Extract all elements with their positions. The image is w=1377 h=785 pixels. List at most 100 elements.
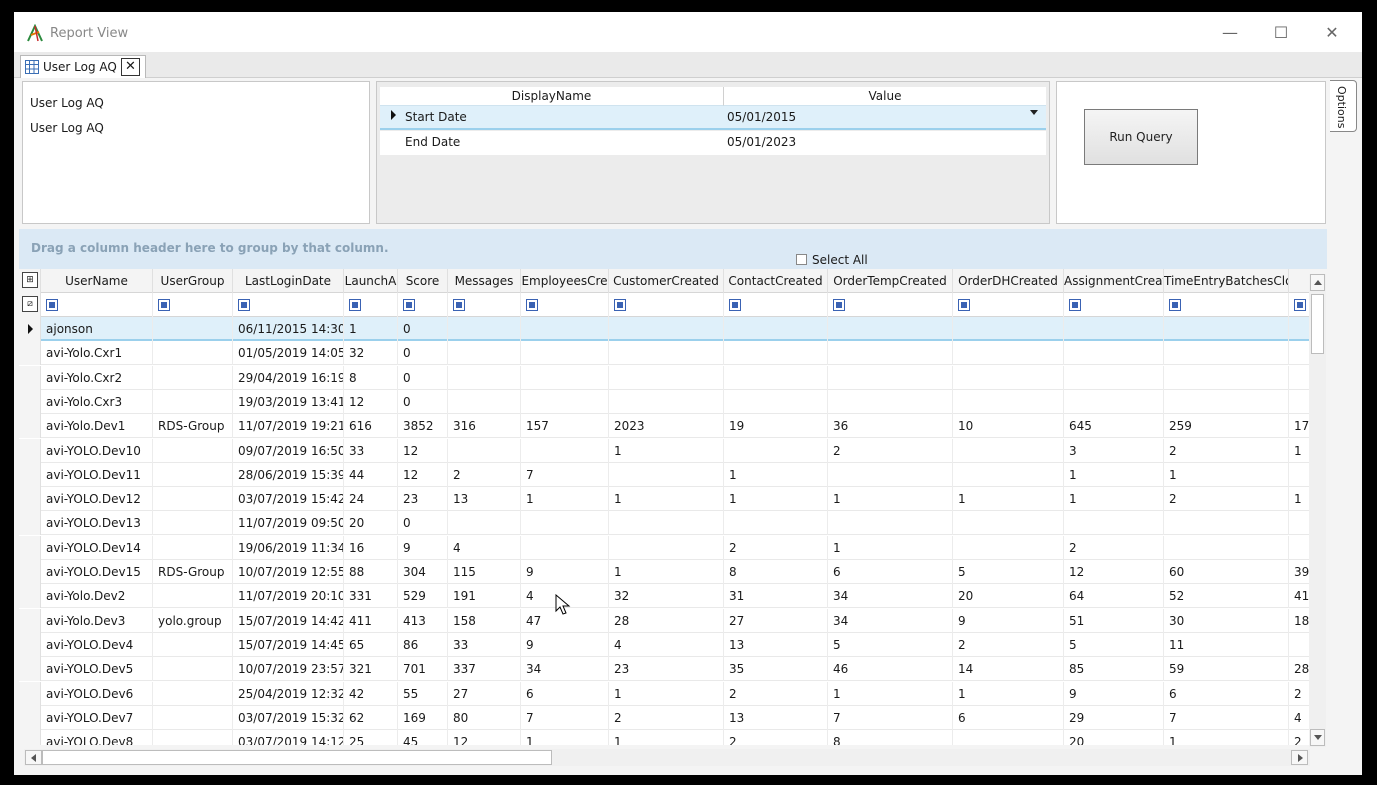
cell-customercreated[interactable]: 1 [609,730,724,745]
horizontal-scrollbar[interactable] [24,749,1310,766]
cell-launcha[interactable]: 44 [344,462,398,487]
cell-launcha[interactable]: 88 [344,560,398,584]
cell-timeentrybatchesclo[interactable] [1164,365,1289,390]
cell-score[interactable]: 23 [398,487,448,512]
cell-ordertempcreated[interactable]: 1 [828,535,953,560]
filter-cell-launcha[interactable] [344,293,398,317]
cell-messages[interactable] [448,438,521,463]
cell-launcha[interactable]: 62 [344,705,398,730]
chevron-down-icon[interactable] [1030,110,1038,115]
row-indicator[interactable] [19,560,41,584]
filter-cell-lastlogindate[interactable] [233,293,344,317]
row-indicator[interactable] [19,657,41,682]
cell-contactcreated[interactable]: 1 [724,487,828,512]
filter-checkbox-icon[interactable] [238,299,250,311]
cell-messages[interactable]: 4 [448,535,521,560]
filter-cell-usergroup[interactable] [153,293,233,317]
cell-employeescre[interactable]: 157 [521,414,609,439]
cell-username[interactable]: avi-YOLO.Dev4 [41,632,153,657]
table-row[interactable]: avi-YOLO.Dev6 25/04/2019 12:32 42 55 27 6 1 2 1 1… [19,681,1309,706]
group-by-area[interactable]: Drag a column header here to group by th… [19,229,1327,269]
row-indicator[interactable]: ⊞ [19,269,41,293]
cell-lastlogindate[interactable]: 03/07/2019 15:42 [233,487,344,512]
cell-launcha[interactable]: 331 [344,584,398,609]
cell-launcha[interactable]: 16 [344,535,398,560]
cell-launcha[interactable]: 8 [344,365,398,390]
cell-pa[interactable]: 1 [1289,439,1309,463]
cell-messages[interactable] [448,389,521,414]
cell-assignmentcreat[interactable]: 64 [1064,584,1164,609]
cell-orderdhcreated[interactable] [953,462,1064,487]
cell-ordertempcreated[interactable] [828,317,953,341]
cell-username[interactable]: ajonson [41,317,153,341]
run-query-button[interactable]: Run Query [1084,109,1198,165]
tab-close-icon[interactable]: ✕ [121,58,140,76]
cell-usergroup[interactable] [153,705,233,730]
filter-checkbox-icon[interactable] [833,299,845,311]
cell-orderdhcreated[interactable]: 6 [953,705,1064,730]
row-indicator[interactable] [19,608,41,633]
cell-lastlogindate[interactable]: 29/04/2019 16:19 [233,365,344,390]
cell-timeentrybatchesclo[interactable] [1164,389,1289,414]
cell-usergroup[interactable] [153,632,233,657]
cell-ordertempcreated[interactable]: 6 [828,560,953,584]
cell-username[interactable]: avi-YOLO.Dev12 [41,487,153,512]
cell-customercreated[interactable] [609,462,724,487]
table-row[interactable]: avi-Yolo.Cxr3 19/03/2019 13:41 12 0 [19,389,1309,414]
cell-assignmentcreat[interactable] [1064,389,1164,414]
clear-filter-icon[interactable]: ⧄ [22,296,38,312]
row-indicator[interactable] [19,705,41,730]
cell-pa[interactable]: 2 [1289,682,1309,706]
cell-contactcreated[interactable]: 13 [724,632,828,657]
cell-usergroup[interactable]: RDS-Group [153,560,233,584]
cell-orderdhcreated[interactable]: 1 [953,487,1064,512]
column-header-lastlogindate[interactable]: LastLoginDate [233,269,344,293]
close-window-button[interactable]: ✕ [1312,20,1352,46]
filter-cell-ordertempcreated[interactable] [828,293,953,317]
cell-launcha[interactable]: 32 [344,341,398,366]
cell-contactcreated[interactable]: 19 [724,414,828,439]
column-header-orderdhcreated[interactable]: OrderDHCreated [953,269,1064,293]
column-header-customercreated[interactable]: CustomerCreated [609,269,724,293]
cell-score[interactable]: 12 [398,438,448,463]
cell-timeentrybatchesclo[interactable]: 60 [1164,560,1289,584]
cell-customercreated[interactable] [609,535,724,560]
row-indicator[interactable] [19,317,41,341]
table-row[interactable]: avi-Yolo.Cxr2 29/04/2019 16:19 8 0 [19,365,1309,390]
cell-employeescre[interactable]: 1 [521,730,609,745]
cell-ordertempcreated[interactable] [828,389,953,414]
cell-lastlogindate[interactable]: 11/07/2019 09:50 [233,511,344,536]
scroll-down-button[interactable] [1310,729,1325,746]
cell-contactcreated[interactable] [724,511,828,536]
cell-timeentrybatchesclo[interactable]: 52 [1164,584,1289,609]
cell-lastlogindate[interactable]: 01/05/2019 14:05 [233,341,344,366]
cell-employeescre[interactable]: 9 [521,560,609,584]
cell-orderdhcreated[interactable] [953,438,1064,463]
cell-launcha[interactable]: 616 [344,414,398,439]
filter-checkbox-icon[interactable] [349,299,361,311]
filter-checkbox-icon[interactable] [1294,299,1306,311]
cell-timeentrybatchesclo[interactable]: 1 [1164,462,1289,487]
cell-employeescre[interactable] [521,341,609,366]
maximize-button[interactable]: ☐ [1261,20,1301,46]
cell-messages[interactable]: 80 [448,705,521,730]
vertical-scrollbar[interactable] [1309,274,1326,747]
cell-assignmentcreat[interactable] [1064,511,1164,536]
cell-employeescre[interactable]: 7 [521,462,609,487]
cell-timeentrybatchesclo[interactable]: 2 [1164,487,1289,512]
cell-customercreated[interactable]: 23 [609,657,724,682]
cell-score[interactable]: 701 [398,657,448,682]
table-row[interactable]: avi-YOLO.Dev13 11/07/2019 09:50 20 0 [19,511,1309,536]
cell-usergroup[interactable] [153,317,233,341]
cell-pa[interactable] [1289,366,1309,390]
cell-pa[interactable] [1289,511,1309,535]
cell-lastlogindate[interactable]: 15/07/2019 14:45 [233,632,344,657]
cell-employeescre[interactable] [521,317,609,341]
cell-customercreated[interactable]: 1 [609,438,724,463]
cell-username[interactable]: avi-YOLO.Dev10 [41,438,153,463]
param-header-value[interactable]: Value [723,87,1046,106]
cell-messages[interactable]: 191 [448,584,521,609]
cell-username[interactable]: avi-Yolo.Dev3 [41,608,153,633]
row-indicator[interactable]: ⧄ [19,293,41,317]
filter-checkbox-icon[interactable] [46,299,58,311]
